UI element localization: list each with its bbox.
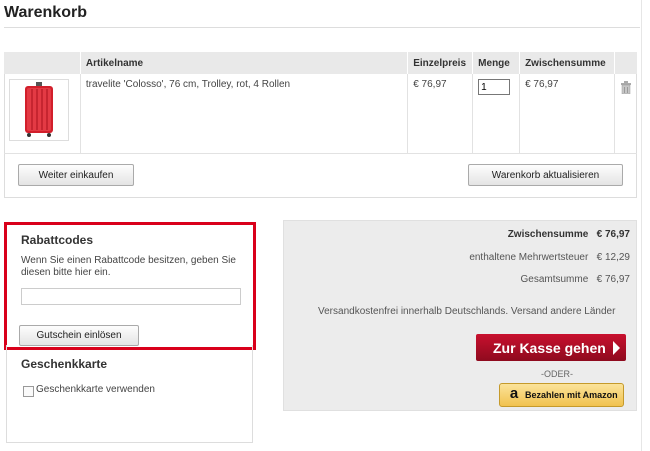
vat-label: enthaltene Mehrwertsteuer <box>469 252 589 263</box>
continue-shopping-button[interactable]: Weiter einkaufen <box>18 164 134 186</box>
coupon-box: Rabattcodes Wenn Sie einen Rabattcode be… <box>4 222 256 350</box>
giftcard-checkbox[interactable] <box>23 386 34 397</box>
delete-cell <box>614 74 637 154</box>
product-image[interactable] <box>9 79 69 141</box>
grand-total-row: Gesamtsumme € 76,97 <box>520 274 630 285</box>
amazon-logo-icon: a <box>509 385 519 402</box>
trash-icon[interactable] <box>620 81 632 97</box>
subtotal-row: Zwischensumme € 76,97 <box>508 229 630 240</box>
column-header-image <box>4 52 81 74</box>
coupon-description: Wenn Sie einen Rabattcode besitzen, gebe… <box>21 255 236 278</box>
column-header-name: Artikelname <box>80 52 409 74</box>
grand-total-value: € 76,97 <box>596 274 630 285</box>
product-price: € 76,97 <box>407 74 474 154</box>
column-header-quantity: Menge <box>472 52 521 74</box>
totals-box: Zwischensumme € 76,97 enthaltene Mehrwer… <box>283 220 637 411</box>
product-name[interactable]: travelite 'Colosso', 76 cm, Trolley, rot… <box>80 74 409 154</box>
page-title: Warenkorb <box>4 4 87 21</box>
red-suitcase-icon <box>25 82 53 137</box>
checkout-button[interactable]: Zur Kasse gehen <box>476 334 626 361</box>
divider <box>641 0 642 451</box>
table-row: travelite 'Colosso', 76 cm, Trolley, rot… <box>4 74 637 154</box>
subtotal-value: € 76,97 <box>596 229 630 240</box>
grand-total-label: Gesamtsumme <box>520 274 589 285</box>
update-cart-button[interactable]: Warenkorb aktualisieren <box>468 164 623 186</box>
or-separator: -ODER- <box>541 369 573 379</box>
quantity-input[interactable] <box>478 79 511 95</box>
product-image-cell <box>4 74 81 154</box>
vat-row: enthaltene Mehrwertsteuer € 12,29 <box>469 252 630 263</box>
column-header-delete <box>614 52 637 74</box>
cart-table: Artikelname Einzelpreis Menge Zwischensu… <box>4 52 637 154</box>
divider <box>4 27 640 28</box>
shipping-info: Versandkostenfrei innerhalb Deutschlands… <box>318 306 616 317</box>
column-header-price: Einzelpreis <box>407 52 474 74</box>
quantity-cell <box>472 74 521 154</box>
vat-value: € 12,29 <box>596 252 630 263</box>
amazon-pay-button[interactable]: a Bezahlen mit Amazon <box>499 383 624 407</box>
amazon-pay-label: Bezahlen mit Amazon <box>525 390 618 400</box>
product-subtotal: € 76,97 <box>519 74 615 154</box>
giftcard-checkbox-label[interactable]: Geschenkkarte verwenden <box>36 384 155 395</box>
checkout-label: Zur Kasse gehen <box>493 339 606 356</box>
arrow-right-icon <box>613 341 620 355</box>
subtotal-label: Zwischensumme <box>507 229 589 240</box>
column-header-subtotal: Zwischensumme <box>519 52 615 74</box>
coupon-input[interactable] <box>21 288 241 305</box>
giftcard-box: Geschenkkarte Geschenkkarte verwenden <box>6 345 253 443</box>
cart-header-row: Artikelname Einzelpreis Menge Zwischensu… <box>4 52 637 74</box>
redeem-coupon-button[interactable]: Gutschein einlösen <box>19 325 139 346</box>
giftcard-title: Geschenkkarte <box>21 357 108 371</box>
coupon-title: Rabattcodes <box>21 233 94 247</box>
